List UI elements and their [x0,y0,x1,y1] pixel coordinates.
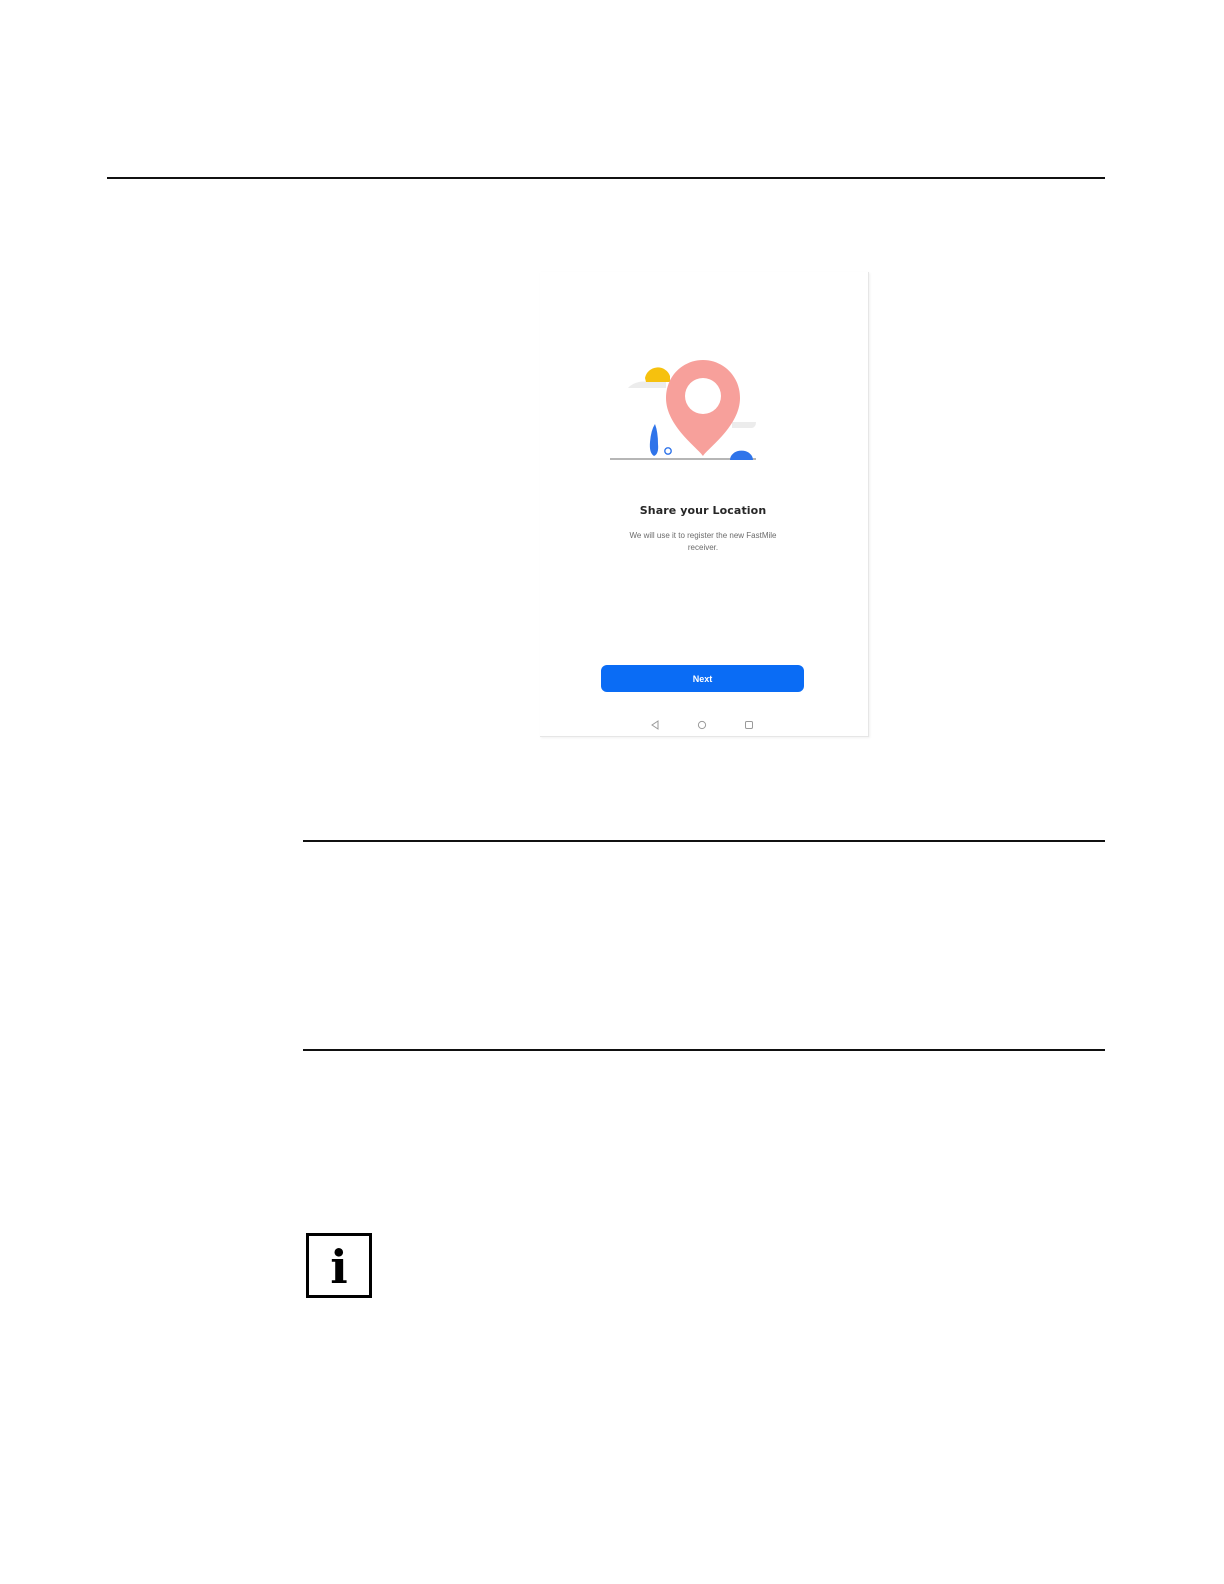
home-circle-icon[interactable] [696,719,708,731]
screen-title: Share your Location [639,504,767,517]
recent-apps-square-icon[interactable] [743,719,755,731]
section-divider [303,840,1105,842]
back-triangle-icon[interactable] [649,719,661,731]
phone-screenshot: Share your Location We will use it to re… [540,272,869,737]
screen-description: We will use it to register the new FastM… [629,531,777,552]
location-pin-illustration-icon [610,360,756,460]
next-button[interactable]: Next [601,665,804,692]
android-nav-bar [540,716,866,734]
info-icon: i [306,1233,372,1298]
info-icon-glyph: i [330,1240,348,1294]
top-divider [107,177,1105,179]
section-divider [303,1049,1105,1051]
